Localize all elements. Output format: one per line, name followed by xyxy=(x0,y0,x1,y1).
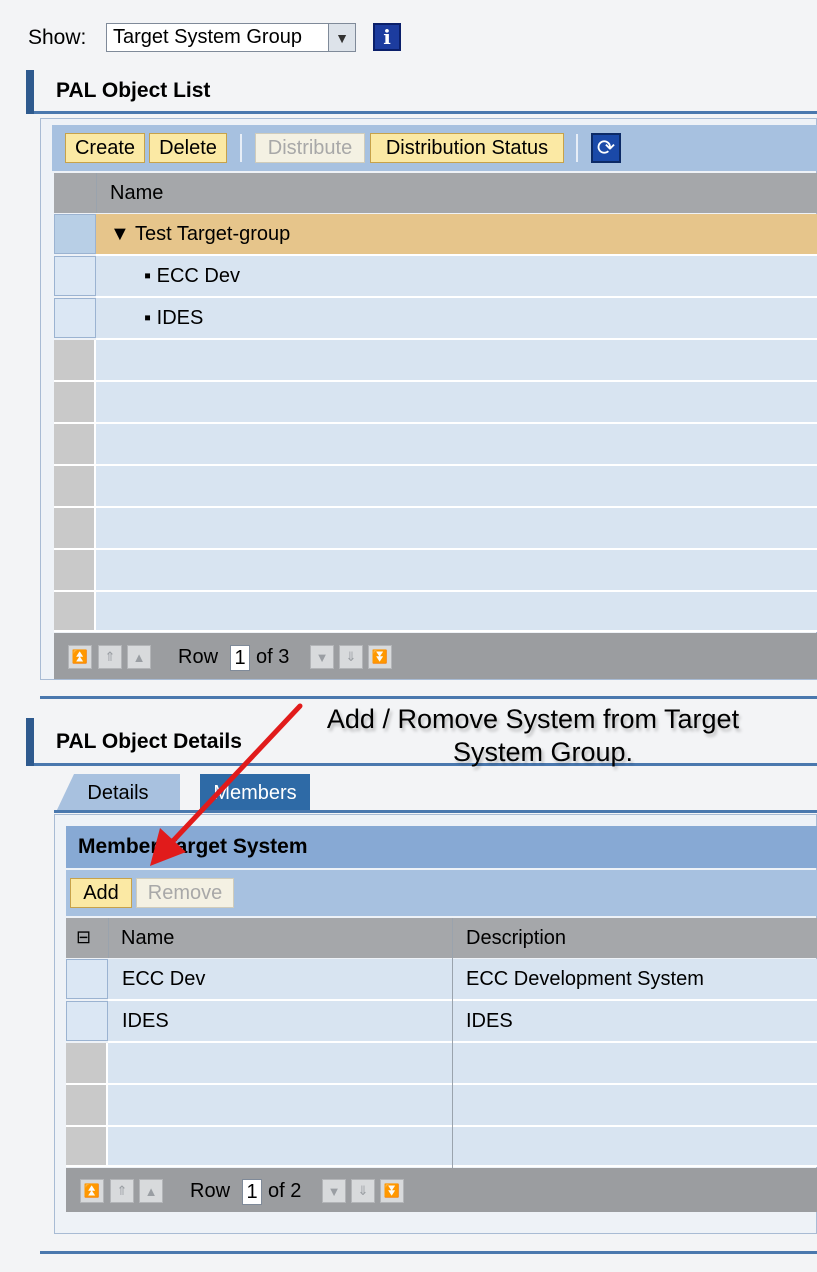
annotation-arrow-icon xyxy=(150,703,303,866)
